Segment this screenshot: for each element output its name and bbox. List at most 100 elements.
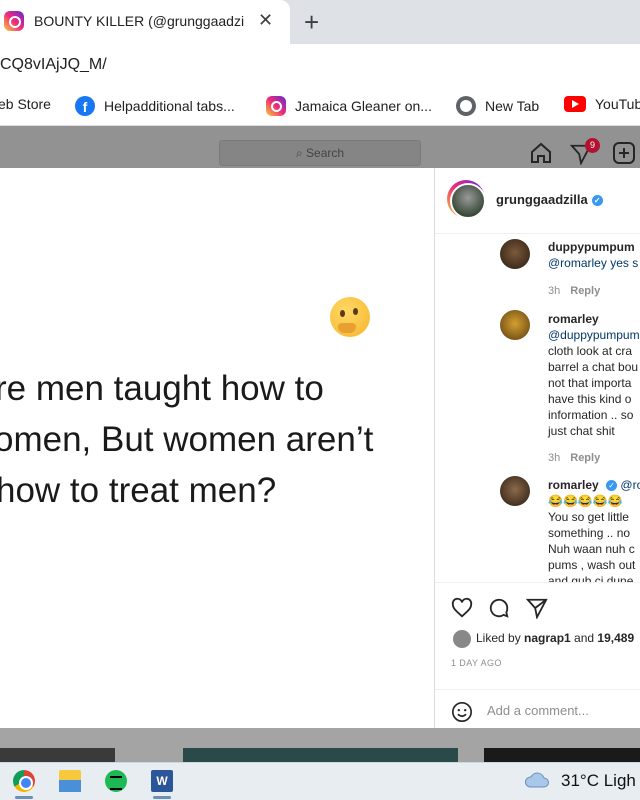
post-line-3: how to treat men?	[0, 471, 277, 510]
author-avatar[interactable]	[447, 180, 486, 219]
post-line-2: omen, But women aren’t	[0, 420, 374, 459]
thinking-face-emoji-icon	[330, 297, 370, 337]
post-line-1: re men taught how to	[0, 369, 324, 408]
add-comment-input[interactable]: Add a comment...	[487, 703, 589, 718]
bookmark-label: New Tab	[485, 98, 540, 114]
bookmark-jamaica-gleaner[interactable]: Jamaica Gleaner on...	[266, 96, 432, 116]
liked-by-text: Liked by nagrap1 and 19,489	[476, 631, 634, 645]
file-explorer-icon[interactable]	[59, 770, 81, 792]
weather-readout[interactable]: 31°C Ligh	[561, 771, 636, 791]
commenter-avatar[interactable]	[500, 476, 530, 506]
liked-prefix: Liked by	[476, 631, 525, 645]
instagram-icon	[4, 11, 24, 31]
close-tab-icon[interactable]: ✕	[258, 10, 273, 31]
comment-body: romarley ✓ @ro 😂😂😂😂😂 You so get little s…	[548, 477, 640, 582]
new-post-icon[interactable]	[612, 141, 636, 165]
verified-badge-icon: ✓	[606, 480, 618, 491]
post-sidebar: grunggaadzilla ✓ duppypumpum @romarley ye…	[434, 168, 640, 728]
instagram-icon	[266, 96, 286, 116]
weather-cloud-icon[interactable]	[524, 770, 550, 790]
comment-icon[interactable]	[488, 597, 510, 619]
emoji-picker-icon[interactable]	[451, 701, 473, 723]
comment-header-line: romarley ✓ @ro	[548, 477, 640, 493]
commenter-avatar[interactable]	[500, 310, 530, 340]
search-input[interactable]: ⌕ Search	[219, 140, 421, 166]
address-bar[interactable]: CQ8vIAjJQ_M/	[0, 44, 640, 84]
active-app-indicator	[15, 796, 33, 799]
weather-condition: Ligh	[603, 771, 636, 790]
comment-line: have this kind o	[548, 392, 632, 406]
post-author-header: grunggaadzilla ✓	[435, 168, 640, 234]
bookmark-new-tab[interactable]: New Tab	[456, 96, 539, 116]
comment-line: information .. so	[548, 408, 634, 422]
reply-button[interactable]: Reply	[570, 452, 600, 464]
liked-user[interactable]: nagrap1	[524, 631, 571, 645]
like-heart-icon[interactable]	[451, 597, 473, 619]
comment-line: Nuh waan nuh c	[548, 542, 635, 556]
post-actions: Liked by nagrap1 and 19,489 1 DAY AGO Ad…	[435, 582, 640, 728]
background-thumbnail[interactable]	[183, 748, 458, 762]
youtube-icon	[564, 96, 586, 112]
comment-line: and gub ci dune	[548, 574, 634, 582]
bookmark-label: Helpadditional tabs...	[104, 98, 235, 114]
comment-time: 3h	[548, 285, 561, 297]
globe-icon	[456, 96, 476, 116]
word-icon[interactable]: W	[151, 770, 173, 792]
post-image[interactable]: re men taught how to omen, But women are…	[0, 168, 434, 728]
post-quote-text: re men taught how to omen, But women are…	[0, 363, 434, 516]
active-app-indicator	[153, 796, 171, 799]
comment-line: barrel a chat bou	[548, 360, 639, 374]
comment-meta: 3h Reply	[548, 452, 610, 464]
add-comment-row: Add a comment...	[435, 689, 640, 729]
comment-meta: 3h Reply	[548, 285, 610, 297]
comments-list: duppypumpum @romarley yes s 3h Reply roma…	[435, 234, 640, 582]
spotify-icon[interactable]	[105, 770, 127, 792]
browser-tab-bar: BOUNTY KILLER (@grunggaadzilla ✕ +	[0, 0, 640, 44]
bookmark-label: Jamaica Gleaner on...	[295, 98, 432, 114]
bookmark-label: eb Store	[0, 96, 51, 112]
author-username-text[interactable]: grunggaadzilla	[496, 192, 588, 207]
background-thumbnail[interactable]	[484, 748, 640, 762]
verified-badge-icon: ✓	[591, 195, 603, 206]
comment-line: just chat shit	[548, 424, 615, 438]
comment-line: not that importa	[548, 376, 632, 390]
likes-count[interactable]: 19,489	[597, 631, 634, 645]
comment-line: something .. no	[548, 526, 631, 540]
commenter-avatar[interactable]	[500, 239, 530, 269]
share-icon[interactable]	[526, 597, 548, 619]
comment-line: You so get little	[548, 510, 629, 524]
new-tab-button[interactable]: +	[304, 7, 319, 38]
comment-line: cloth look at cra	[548, 344, 633, 358]
facebook-icon: f	[75, 96, 95, 116]
home-icon[interactable]	[529, 141, 553, 165]
comment-mention[interactable]: @ro	[620, 478, 640, 492]
commenter-name[interactable]: duppypumpum	[548, 239, 638, 255]
chrome-icon[interactable]	[13, 770, 35, 792]
url-text[interactable]: CQ8vIAjJQ_M/	[0, 56, 107, 74]
comment-body: romarley @duppypumpum cloth look at cra …	[548, 311, 640, 439]
search-placeholder: Search	[306, 146, 345, 160]
tab-title: BOUNTY KILLER (@grunggaadzilla	[34, 13, 244, 29]
commenter-name[interactable]: romarley	[548, 478, 599, 492]
comment-line: @duppypumpum	[548, 328, 640, 342]
comment-time: 3h	[548, 452, 561, 464]
bookmark-help[interactable]: f Helpadditional tabs...	[75, 96, 235, 116]
liked-and: and	[570, 631, 598, 645]
reply-button[interactable]: Reply	[570, 285, 600, 297]
notification-badge: 9	[585, 138, 600, 153]
author-username[interactable]: grunggaadzilla ✓	[496, 192, 603, 207]
comment-emojis: 😂😂😂😂😂	[548, 494, 623, 508]
temperature: 31°C	[561, 771, 599, 790]
bookmark-label: YouTub	[595, 96, 640, 112]
comment-line: @romarley yes s	[548, 256, 639, 270]
bookmark-web-store[interactable]: eb Store	[0, 96, 51, 112]
post-timestamp[interactable]: 1 DAY AGO	[451, 658, 502, 668]
background-thumbnail[interactable]	[0, 748, 115, 762]
comment-body: duppypumpum @romarley yes s	[548, 239, 638, 271]
browser-tab-active[interactable]: BOUNTY KILLER (@grunggaadzilla ✕	[0, 0, 290, 44]
bookmark-youtube[interactable]: YouTub	[564, 96, 640, 112]
commenter-name[interactable]: romarley	[548, 311, 640, 327]
bookmarks-bar: eb Store f Helpadditional tabs... Jamaic…	[0, 84, 640, 126]
search-icon: ⌕	[295, 146, 307, 160]
liker-avatar[interactable]	[453, 630, 471, 648]
